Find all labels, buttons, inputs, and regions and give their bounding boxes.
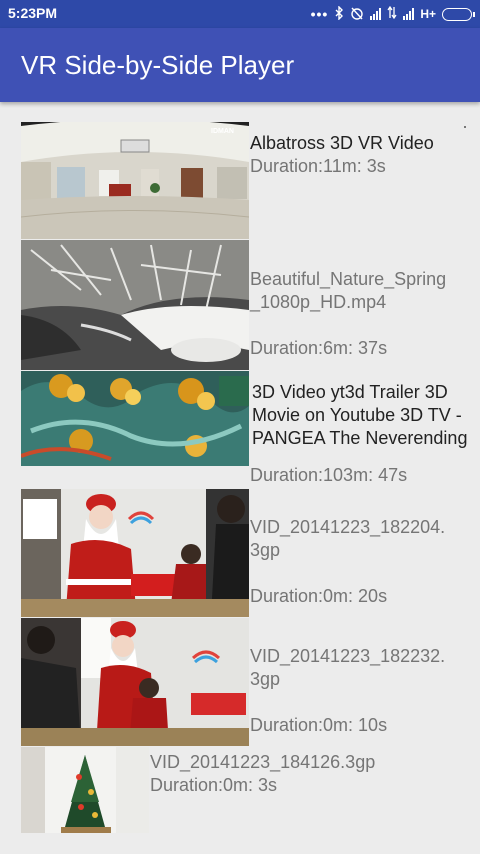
video-item[interactable]: VID_20141223_184126.3gp Duration:0m: 3s [0, 747, 480, 833]
video-duration: Duration:11m: 3s [250, 156, 386, 176]
video-item[interactable]: IDMAN Albatross 3D VR Video Duration:11m… [0, 122, 480, 239]
signal-icon [370, 8, 382, 20]
video-duration: Duration:0m: 20s [250, 586, 388, 606]
video-info-duration: Duration:103m: 47s [250, 464, 472, 487]
signal-icon-2 [403, 8, 415, 20]
video-thumbnail [21, 371, 249, 466]
video-thumbnail: IDMAN [21, 122, 249, 239]
video-item[interactable]: 3D Video yt3d Trailer 3D Movie on Youtub… [0, 371, 480, 486]
video-item[interactable]: Beautiful_Nature_Spring _1080p_HD.mp4 Du… [0, 240, 480, 370]
alarm-off-icon [350, 6, 364, 23]
edge-mark [464, 126, 466, 128]
status-time: 5:23PM [8, 5, 58, 21]
status-icons: ••• H+ [310, 4, 475, 24]
video-item[interactable]: VID_20141223_182232. 3gp Duration:0m: 10… [0, 618, 480, 746]
battery-icon [442, 7, 475, 21]
app-bar: VR Side-by-Side Player [0, 28, 480, 102]
video-info: VID_20141223_182204. 3gp Duration:0m: 20… [250, 493, 472, 631]
video-title: VID_20141223_182232. 3gp [250, 646, 446, 689]
video-duration: Duration:0m: 3s [150, 775, 278, 795]
more-dots-icon: ••• [310, 6, 329, 22]
video-duration: Duration:0m: 10s [250, 715, 388, 735]
app-title: VR Side-by-Side Player [21, 50, 295, 80]
network-type: H+ [420, 7, 436, 21]
video-title: Beautiful_Nature_Spring _1080p_HD.mp4 [250, 269, 447, 312]
video-info: VID_20141223_184126.3gp Duration:0m: 3s [150, 751, 450, 797]
video-item[interactable]: VID_20141223_182204. 3gp Duration:0m: 20… [0, 489, 480, 617]
video-title: Albatross 3D VR Video [250, 133, 434, 153]
video-thumbnail [21, 747, 149, 833]
video-duration: Duration:103m: 47s [250, 465, 408, 485]
video-info: 3D Video yt3d Trailer 3D Movie on Youtub… [252, 381, 474, 450]
video-title: VID_20141223_182204. 3gp [250, 517, 446, 560]
video-thumbnail [21, 240, 249, 370]
video-info: VID_20141223_182232. 3gp Duration:0m: 10… [250, 622, 472, 760]
data-arrows-icon [387, 5, 397, 22]
video-duration: Duration:6m: 37s [250, 338, 388, 358]
video-info: Albatross 3D VR Video Duration:11m: 3s [250, 132, 470, 178]
video-title: 3D Video yt3d Trailer 3D Movie on Youtub… [252, 382, 468, 448]
bluetooth-icon [334, 4, 344, 23]
video-info: Beautiful_Nature_Spring _1080p_HD.mp4 Du… [250, 245, 470, 383]
status-bar: 5:23PM ••• H+ [0, 0, 480, 28]
video-title: VID_20141223_184126.3gp [150, 752, 376, 772]
video-list[interactable]: IDMAN Albatross 3D VR Video Duration:11m… [0, 102, 480, 854]
thumbnail-watermark: IDMAN [211, 128, 234, 135]
video-thumbnail [21, 489, 249, 617]
video-thumbnail [21, 618, 249, 746]
